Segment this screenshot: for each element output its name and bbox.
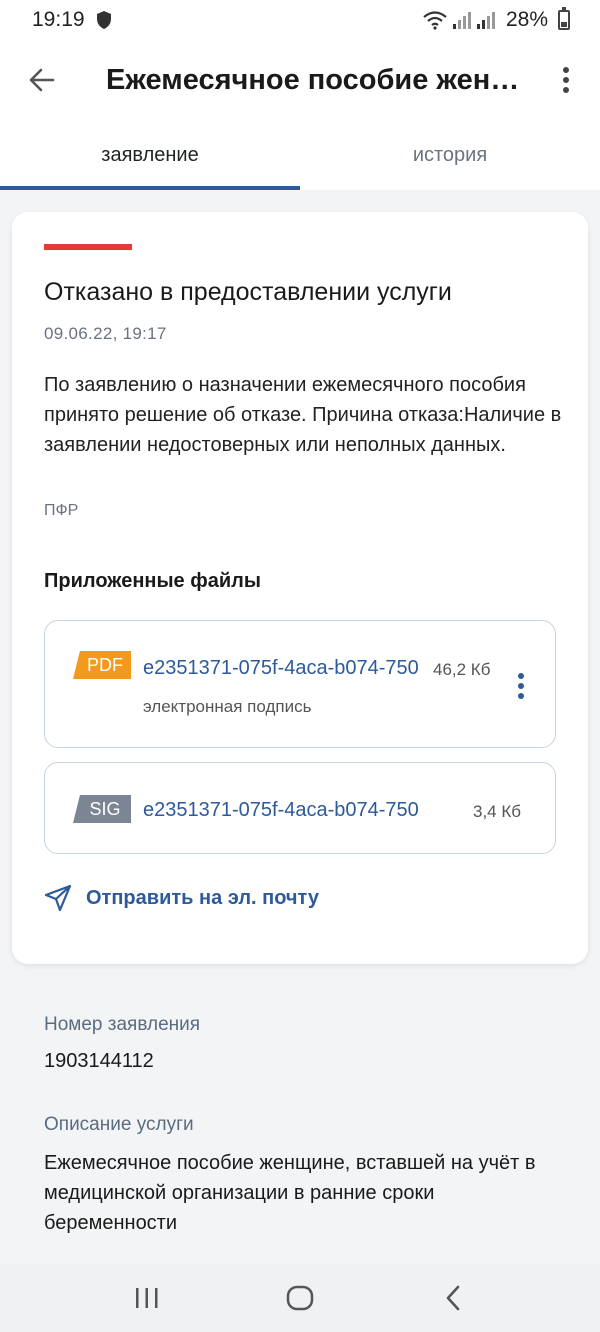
battery-percent: 28% [505,8,548,31]
recent-apps-icon [135,1288,158,1308]
file-size: 46,2 Кб [433,660,491,679]
file-item[interactable]: SIG e2351371-075f-4aca-b074-750 3,4 Кб [44,762,556,854]
status-date: 09.06.22, 19:17 [44,324,167,343]
status-title: Отказано в предоставлении услуги [44,278,452,306]
application-number-label: Номер заявления [44,1014,201,1035]
status-icons [422,10,496,30]
battery-icon [558,7,570,30]
status-card: Отказано в предоставлении услуги 09.06.2… [12,212,588,964]
status-indicator [44,244,132,250]
tab-application[interactable]: заявление [0,120,300,190]
attached-files-heading: Приложенные файлы [44,570,261,592]
tab-history[interactable]: история [300,120,600,190]
status-source: ПФР [44,502,79,519]
file-size: 3,4 Кб [473,802,521,821]
home-button[interactable] [270,1268,330,1328]
send-icon [44,884,72,912]
wifi-icon [423,11,447,30]
status-left: 19:19 [32,8,113,32]
arrow-left-icon [29,68,55,92]
nav-back-button[interactable] [423,1268,483,1328]
service-description-value: Ежемесячное пособие женщине, вставшей на… [44,1152,536,1234]
system-nav-bar [0,1264,600,1332]
signal-icon [452,12,471,29]
chevron-left-icon [447,1285,460,1311]
home-icon [286,1285,314,1311]
file-name[interactable]: e2351371-075f-4aca-b074-750 [143,799,457,822]
page-title: Ежемесячное пособие женщине, вставшей на… [106,63,526,96]
tab-bar: заявление история [0,120,600,190]
file-item[interactable]: PDF e2351371-075f-4aca-b074-750 46,2 Кб … [44,620,556,748]
file-name[interactable]: e2351371-075f-4aca-b074-750 [143,657,423,680]
send-email-label: Отправить на эл. почту [86,886,319,909]
send-email-button[interactable]: Отправить на эл. почту [44,884,319,912]
application-number-value: 1903144112 [44,1050,154,1072]
status-right: 28% [422,7,570,32]
sig-file-icon: SIG [73,795,131,823]
more-options-button[interactable] [536,40,596,120]
pdf-file-icon: PDF [73,651,131,679]
file-subtitle: электронная подпись [143,697,312,716]
status-time: 19:19 [32,8,85,31]
status-bar: 19:19 28% [0,0,600,40]
file-more-button[interactable] [509,669,533,703]
signal-icon [476,12,495,29]
status-message: По заявлению о назначении ежемесячного п… [44,374,562,456]
recent-apps-button[interactable] [117,1268,177,1328]
more-vertical-icon [518,673,524,699]
more-vertical-icon [563,67,569,93]
back-button[interactable] [2,40,82,120]
service-description-label: Описание услуги [44,1114,194,1135]
shield-icon [96,11,111,29]
app-bar: Ежемесячное пособие женщине, вставшей на… [0,40,600,120]
